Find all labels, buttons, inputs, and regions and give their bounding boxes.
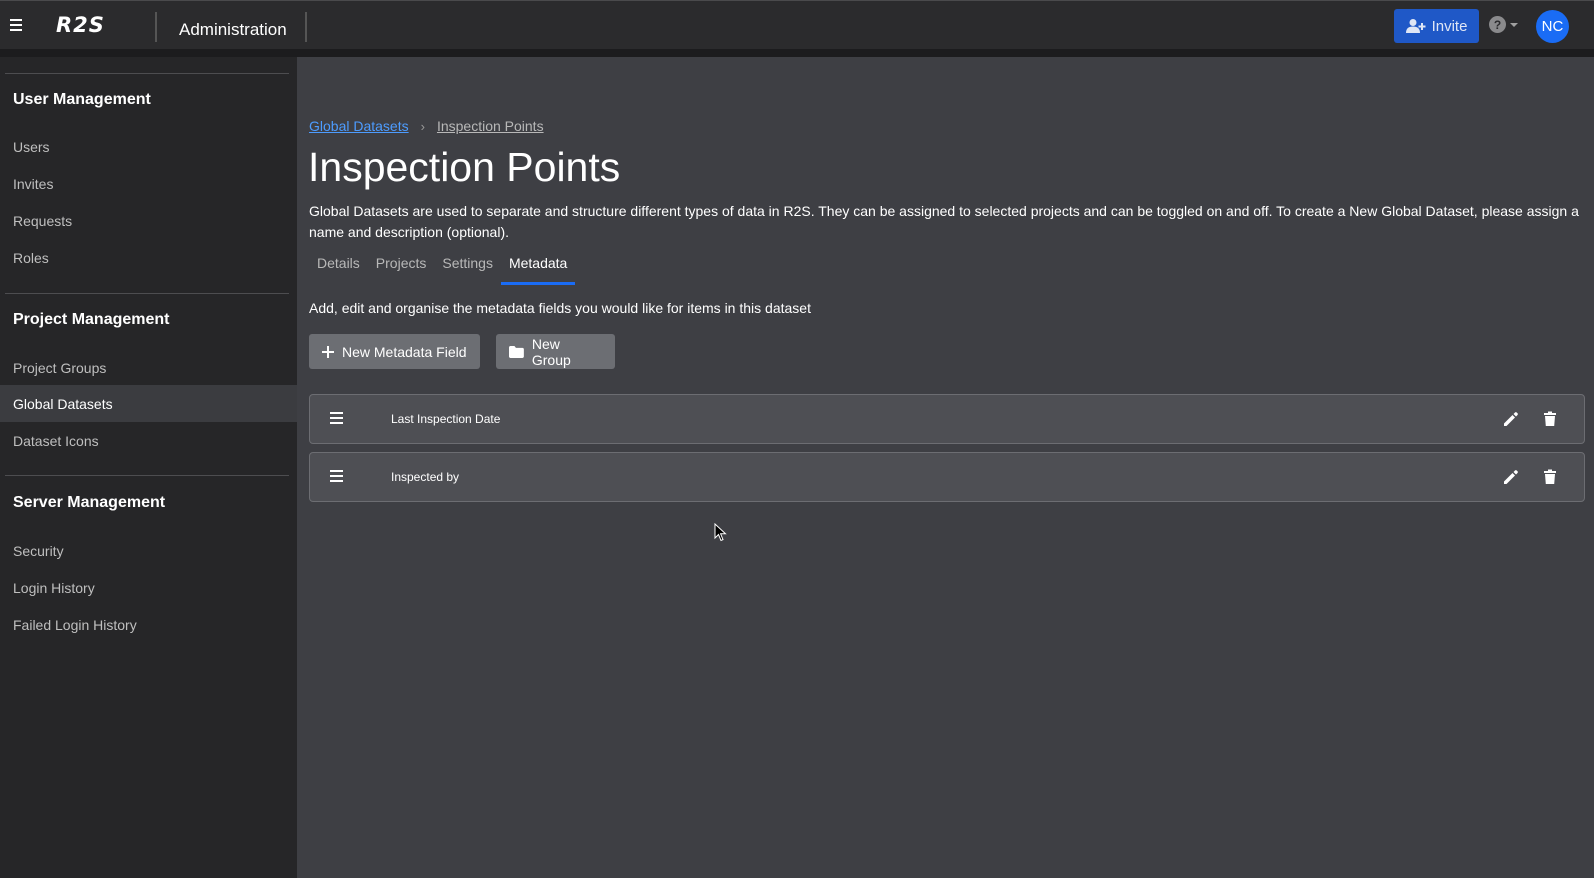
user-avatar[interactable]: NC — [1536, 10, 1569, 43]
breadcrumb-current[interactable]: Inspection Points — [437, 118, 544, 134]
plus-icon — [322, 345, 334, 358]
sidebar-item-security[interactable]: Security — [0, 532, 297, 569]
new-group-label: New Group — [531, 335, 571, 368]
tab-details[interactable]: Details — [309, 251, 368, 285]
metadata-field-row: Inspected by — [309, 452, 1585, 502]
drag-handle-icon[interactable] — [330, 470, 344, 482]
metadata-instructions: Add, edit and organise the metadata fiel… — [309, 300, 811, 316]
page-description: Global Datasets are used to separate and… — [309, 203, 1579, 240]
invite-button-label: Invite — [1431, 17, 1468, 35]
app-title: Administration — [179, 20, 287, 39]
header-divider — [305, 12, 307, 42]
mouse-cursor-icon — [714, 523, 727, 542]
sidebar-section-title: Project Management — [13, 311, 170, 328]
metadata-field-label: Last Inspection Date — [391, 412, 501, 426]
add-user-icon — [1405, 19, 1426, 33]
help-icon: ? — [1489, 16, 1506, 33]
page-title: Inspection Points — [308, 144, 621, 190]
tab-bar: Details Projects Settings Metadata — [309, 251, 576, 285]
sidebar-item-roles[interactable]: Roles — [0, 239, 297, 276]
sidebar-item-users[interactable]: Users — [0, 128, 297, 165]
breadcrumb-link-global-datasets[interactable]: Global Datasets — [309, 118, 409, 134]
breadcrumb: Global Datasets › Inspection Points — [309, 118, 544, 134]
sidebar-section-title: Server Management — [13, 494, 166, 511]
sidebar-item-global-datasets[interactable]: Global Datasets — [0, 385, 297, 422]
tab-projects[interactable]: Projects — [368, 251, 435, 285]
pencil-icon[interactable] — [1502, 410, 1520, 428]
app-logo[interactable]: R2S — [56, 13, 105, 37]
metadata-field-label: Inspected by — [391, 470, 460, 484]
sidebar-divider — [5, 475, 289, 476]
metadata-field-row: Last Inspection Date — [309, 394, 1585, 444]
sidebar-divider — [5, 293, 289, 294]
trash-icon[interactable] — [1541, 410, 1559, 428]
chevron-down-icon — [1510, 22, 1518, 27]
tab-metadata[interactable]: Metadata — [500, 251, 576, 285]
new-group-button[interactable]: New Group — [496, 334, 615, 369]
sidebar-item-project-groups[interactable]: Project Groups — [0, 349, 297, 386]
tab-settings[interactable]: Settings — [434, 251, 501, 285]
sidebar-item-invites[interactable]: Invites — [0, 165, 297, 202]
invite-button[interactable]: Invite — [1394, 9, 1479, 43]
drag-handle-icon[interactable] — [330, 412, 344, 424]
sidebar-divider — [5, 73, 289, 74]
chevron-right-icon: › — [420, 118, 425, 134]
sidebar-item-failed-login-history[interactable]: Failed Login History — [0, 606, 297, 643]
trash-icon[interactable] — [1541, 468, 1559, 486]
help-menu-button[interactable]: ? — [1489, 16, 1518, 33]
sidebar: User Management Users Invites Requests R… — [0, 57, 297, 878]
header-divider — [155, 12, 157, 42]
top-bar-shadow — [0, 49, 1594, 57]
hamburger-menu-icon[interactable] — [8, 13, 26, 37]
folder-icon — [509, 345, 524, 358]
sidebar-item-dataset-icons[interactable]: Dataset Icons — [0, 422, 297, 459]
sidebar-section-title: User Management — [13, 91, 151, 108]
top-bar: R2S Administration Invite ? NC — [0, 0, 1594, 49]
new-metadata-field-label: New Metadata Field — [342, 343, 467, 360]
new-metadata-field-button[interactable]: New Metadata Field — [309, 334, 480, 369]
sidebar-item-requests[interactable]: Requests — [0, 202, 297, 239]
pencil-icon[interactable] — [1502, 468, 1520, 486]
sidebar-item-login-history[interactable]: Login History — [0, 569, 297, 606]
